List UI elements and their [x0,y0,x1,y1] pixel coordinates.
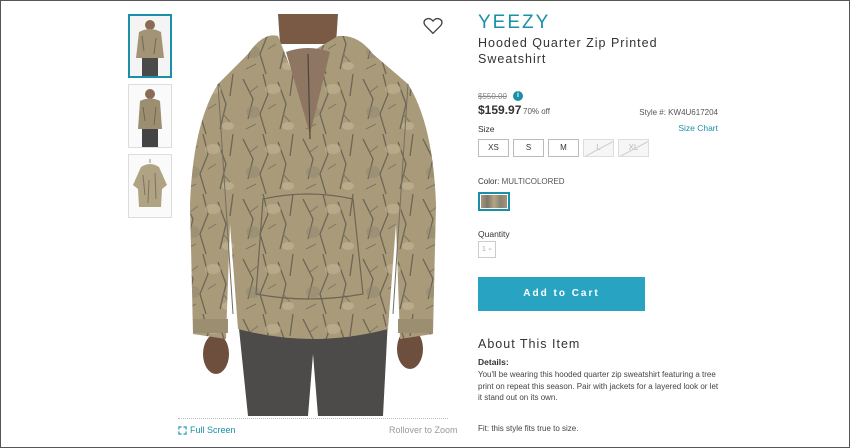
info-icon[interactable]: i [513,91,523,101]
color-label: Color: MULTICOLORED [478,177,565,186]
thumbnail-list [128,14,172,224]
full-screen-link[interactable]: Full Screen [178,425,236,435]
size-chart-link[interactable]: Size Chart [678,123,718,133]
thumbnail-front[interactable] [128,14,172,78]
sale-price: $159.97 [478,103,522,117]
rollover-zoom-hint: Rollover to Zoom [389,425,458,435]
style-number: Style #: KW4U617204 [639,108,718,117]
size-label: Size [478,124,495,134]
image-divider [178,418,448,419]
thumbnail-flat-image [129,155,171,217]
full-screen-label: Full Screen [190,425,236,435]
product-description: You'll be wearing this hooded quarter zi… [478,370,719,402]
expand-icon [178,425,187,435]
product-title: Hooded Quarter Zip Printed Sweatshirt [478,36,658,66]
quantity-select[interactable]: 1 [478,241,496,258]
quantity-label: Quantity [478,229,510,239]
product-photo [178,14,448,416]
size-option-m[interactable]: M [548,139,579,157]
main-product-image[interactable] [178,14,448,416]
color-label-text: Color: [478,177,500,186]
size-option-s[interactable]: S [513,139,544,157]
original-price: $550.00 [478,92,507,101]
add-to-cart-button[interactable]: Add to Cart [478,277,645,311]
fit-note: Fit: this style fits true to size. [478,424,579,433]
size-option-xs[interactable]: XS [478,139,509,157]
thumbnail-flat[interactable] [128,154,172,218]
brand-name[interactable]: YEEZY [478,12,550,34]
color-value: MULTICOLORED [501,177,565,186]
discount-label: 70% off [523,107,550,116]
thumbnail-side-image [129,85,171,147]
details-label: Details: [478,357,509,367]
size-option-xl[interactable]: XL [618,139,649,157]
color-swatch-multicolored[interactable] [478,192,510,211]
swatch-fill [481,195,507,208]
thumbnail-front-image [130,16,170,76]
about-heading: About This Item [478,337,581,351]
size-option-l[interactable]: L [583,139,614,157]
size-options: XS S M L XL [478,139,649,157]
heart-icon[interactable] [423,17,443,35]
thumbnail-side[interactable] [128,84,172,148]
